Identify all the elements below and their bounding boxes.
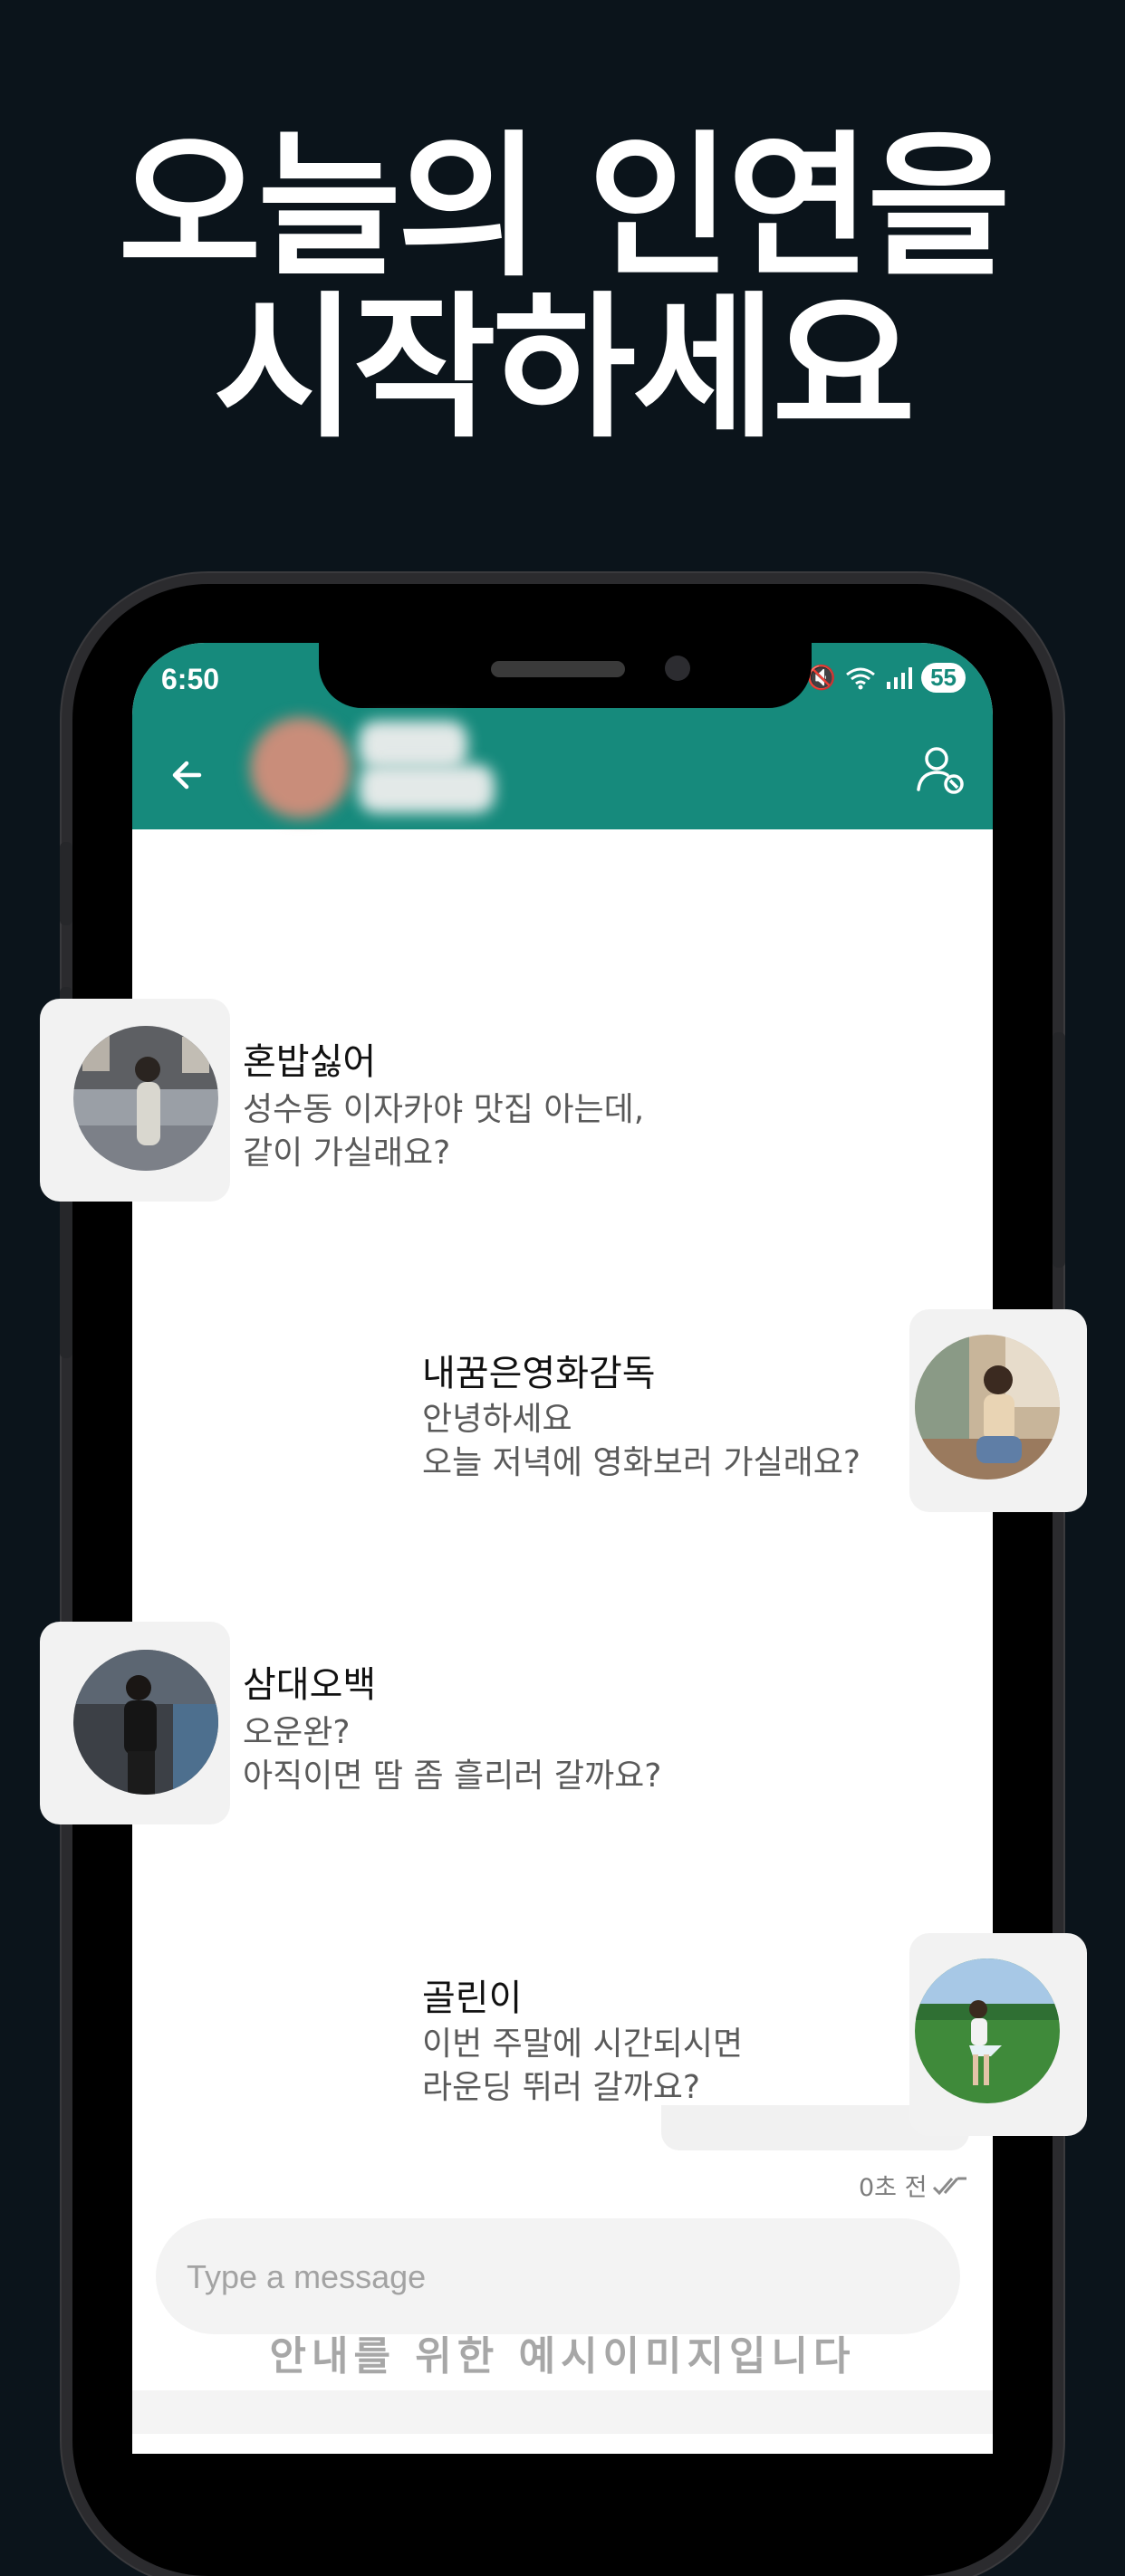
message-line: 아직이면 땀 좀 흘리러 갈까요? <box>243 1757 662 1795</box>
back-arrow-icon[interactable] <box>163 748 217 802</box>
status-icons: 🔇 55 <box>807 663 966 693</box>
sender-name: 골린이 <box>422 1977 523 2019</box>
contact-name-blurred <box>359 764 495 813</box>
profile-photo[interactable] <box>915 1958 1060 2103</box>
message-input[interactable] <box>185 2218 913 2336</box>
message-preview: 오운완? 아직이면 땀 좀 흘리러 갈까요? <box>243 1711 661 1798</box>
watermark: 안내를 위한 예시이미지입니다 <box>269 2333 856 2380</box>
double-check-icon <box>933 2177 967 2195</box>
message-line: 오운완? <box>243 1714 351 1751</box>
volume-button <box>60 842 72 925</box>
phone-notch <box>319 643 812 708</box>
headline: 오늘의 인연을 시작하세요 <box>0 127 1125 449</box>
message-line: 같이 가실래요? <box>243 1135 451 1172</box>
user-block-icon[interactable] <box>911 741 969 799</box>
message-preview: 성수동 이자카야 맛집 아는데, 같이 가실래요? <box>243 1088 644 1175</box>
sender-name: 혼밥싫어 <box>243 1041 377 1083</box>
wifi-icon <box>846 667 876 689</box>
power-button <box>1053 1032 1065 1268</box>
message-line: 성수동 이자카야 맛집 아는데, <box>243 1091 645 1128</box>
speaker-grille <box>491 661 625 677</box>
message-input-bar <box>156 2218 960 2336</box>
battery-indicator: 55 <box>921 663 966 693</box>
message-time: 0초 전 <box>859 2174 928 2202</box>
headline-line-1: 오늘의 인연을 <box>118 116 1010 298</box>
volume-button <box>60 1195 72 1358</box>
message-line: 이번 주말에 시간되시면 <box>422 2025 744 2063</box>
message-line: 라운딩 뛰러 갈까요? <box>422 2069 700 2106</box>
front-camera <box>665 656 690 681</box>
message-preview: 안녕하세요 오늘 저녁에 영화보러 가실래요? <box>422 1398 861 1485</box>
message-line: 안녕하세요 <box>422 1401 572 1438</box>
status-time: 6:50 <box>161 663 220 695</box>
sender-name: 내꿈은영화감독 <box>422 1353 656 1394</box>
system-nav-bar <box>132 2390 993 2434</box>
message-line: 오늘 저녁에 영화보러 가실래요? <box>422 1444 861 1481</box>
signal-icon <box>887 666 913 689</box>
avatar[interactable] <box>250 717 351 819</box>
chat-app-bar: 6:50 🔇 55 <box>132 643 993 829</box>
profile-photo[interactable] <box>915 1335 1060 1480</box>
contact-name-blurred <box>359 721 467 770</box>
message-preview: 이번 주말에 시간되시면 라운딩 뛰러 갈까요? <box>422 2023 743 2110</box>
message-timestamp: 0초 전 <box>859 2168 968 2203</box>
profile-photo[interactable] <box>73 1650 218 1795</box>
headline-line-2: 시작하세요 <box>213 277 915 459</box>
sender-name: 삼대오백 <box>243 1664 377 1706</box>
profile-photo[interactable] <box>73 1026 218 1171</box>
